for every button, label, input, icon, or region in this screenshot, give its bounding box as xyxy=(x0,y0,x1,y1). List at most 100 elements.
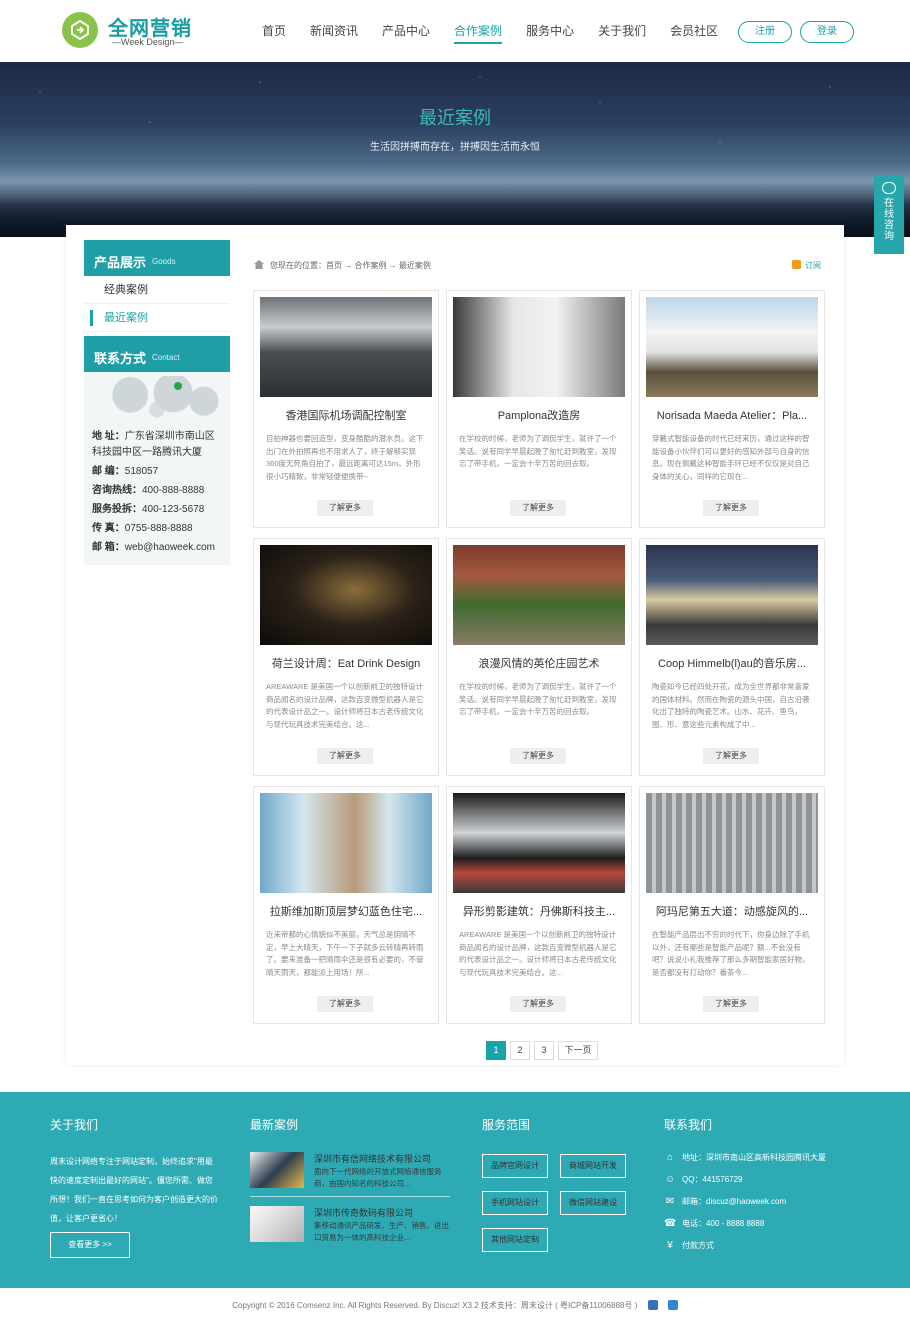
contact-address: 地 址：广东省深圳市南山区 xyxy=(92,427,215,442)
case-card[interactable]: Pamplona改造房 在学校的时候，老师为了调侃学生，就许了一个笑话。说有同学… xyxy=(446,290,632,528)
learn-more-button[interactable]: 了解更多 xyxy=(703,500,759,516)
learn-more-button[interactable]: 了解更多 xyxy=(510,500,566,516)
case-description: 近来帝都的心情貌似不美丽，天气总是阴晴不定，早上大晴天，下午一下子就多云转晴再转… xyxy=(266,930,424,977)
footer-qq-text: QQ：441576729 xyxy=(682,1175,743,1184)
case-card[interactable]: 浪漫风情的英伦庄园艺术 在学校的时候，老师为了调侃学生，就许了一个笑话。说有同学… xyxy=(446,538,632,776)
footer-case-item[interactable]: 深圳市有信网络技术有限公司 面向下一代网络的开放式网络通信服务商，由国内知名的科… xyxy=(250,1152,450,1196)
case-image[interactable] xyxy=(260,545,432,645)
case-description: 穿戴式智能设备的时代已经来历，通过这样的智能设备小伙伴们可以更好的感知外部与自身… xyxy=(652,434,810,481)
sidebar-contact-en: Contact xyxy=(152,353,180,362)
phone-icon: ☎ xyxy=(664,1218,677,1229)
rss-subscribe-link[interactable]: 订阅 xyxy=(792,260,821,271)
case-title[interactable]: Coop Himmelb(l)au的音乐房... xyxy=(646,655,818,671)
footer-payment-text: 付款方式 xyxy=(682,1241,714,1250)
service-wechat-site[interactable]: 微信网站建设 xyxy=(560,1191,626,1215)
case-image[interactable] xyxy=(646,297,818,397)
case-title[interactable]: 阿玛尼第五大道：动感旋风的... xyxy=(646,903,818,919)
logo-icon xyxy=(62,12,98,48)
sidebar-item-recent-cases[interactable]: 最近案例 xyxy=(84,304,230,332)
nav-item-products[interactable]: 产品中心 xyxy=(382,0,430,62)
login-button[interactable]: 登录 xyxy=(800,21,854,43)
page-button-2[interactable]: 2 xyxy=(510,1041,530,1060)
nav-item-home[interactable]: 首页 xyxy=(262,0,286,62)
sidebar-contact-header: 联系方式 Contact xyxy=(84,336,230,372)
service-custom-site[interactable]: 其他网站定制 xyxy=(482,1228,548,1252)
nav-item-about[interactable]: 关于我们 xyxy=(598,0,646,62)
sidebar-item-classic-cases[interactable]: 经典案例 xyxy=(84,276,230,304)
footer-case-thumb[interactable] xyxy=(250,1152,304,1188)
service-mobile-site[interactable]: 手机网站设计 xyxy=(482,1191,548,1215)
copyright-text: Copyright © 2016 Comsenz Inc. All Rights… xyxy=(232,1301,638,1310)
register-button[interactable]: 注册 xyxy=(738,21,792,43)
case-image[interactable] xyxy=(453,545,625,645)
site-logo[interactable]: 全网营销 —Week Design— xyxy=(62,10,202,52)
case-description: 在学校的时候，老师为了调侃学生，就许了一个笑话。说有同学早晨起晚了匆忙赶到教室，… xyxy=(459,434,617,468)
security-badge-icon[interactable] xyxy=(647,1300,658,1310)
case-card[interactable]: 香港国际机场调配控制室 目拍神器也要回造型，变身酷酷的潜水员。这下出门在外拍照再… xyxy=(253,290,439,528)
footer-case-title[interactable]: 深圳市传奇数码有限公司 xyxy=(314,1206,413,1219)
learn-more-button[interactable]: 了解更多 xyxy=(510,748,566,764)
footer-case-thumb[interactable] xyxy=(250,1206,304,1242)
chat-icon xyxy=(882,182,896,194)
footer-contact-qq: ☺ QQ：441576729 xyxy=(664,1174,743,1185)
yen-icon: ¥ xyxy=(667,1240,673,1251)
learn-more-button[interactable]: 了解更多 xyxy=(317,996,373,1012)
learn-more-button[interactable]: 了解更多 xyxy=(703,996,759,1012)
case-title[interactable]: Pamplona改造房 xyxy=(453,407,625,423)
footer-about-text: 周末设计网络专注于网站定制，始终追求"用最快的速度定制出最好的网站"。僵您所需、… xyxy=(50,1157,218,1223)
service-mall-dev[interactable]: 商城网站开发 xyxy=(560,1154,626,1178)
learn-more-button[interactable]: 了解更多 xyxy=(317,748,373,764)
case-image[interactable] xyxy=(260,297,432,397)
footer-case-item[interactable]: 深圳市传奇数码有限公司 集移动通讯产品研发、生产、销售、进出口贸易为一体的高科技… xyxy=(250,1206,450,1250)
case-title[interactable]: 异形剪影建筑：丹佛斯科技主... xyxy=(453,903,625,919)
sidebar-contact-title: 联系方式 xyxy=(94,351,147,366)
footer-service-title: 服务范围 xyxy=(482,1118,531,1132)
contact-address-2: 科技园中区一路腾讯大厦 xyxy=(92,447,202,458)
case-title[interactable]: 浪漫风情的英伦庄园艺术 xyxy=(453,655,625,671)
breadcrumb-text[interactable]: 您现在的位置：首页 → 合作案例 → 最近案例 xyxy=(270,261,431,270)
case-title[interactable]: 香港国际机场调配控制室 xyxy=(260,407,432,423)
page-button-1[interactable]: 1 xyxy=(486,1041,506,1060)
service-brand-site[interactable]: 品牌官网设计 xyxy=(482,1154,548,1178)
next-page-button[interactable]: 下一页 xyxy=(558,1041,598,1060)
email-value: web@haoweek.com xyxy=(124,542,215,553)
consult-label: 在线咨询 xyxy=(884,198,894,242)
complaint-label: 服务投拆： xyxy=(92,504,142,515)
sidebar-contact-box: 地 址：广东省深圳市南山区 科技园中区一路腾讯大厦 邮 编：518057 咨询热… xyxy=(84,372,230,565)
nav-item-cases[interactable]: 合作案例 xyxy=(454,0,503,62)
footer-case-title[interactable]: 深圳市有信网络技术有限公司 xyxy=(314,1152,431,1165)
rss-icon xyxy=(792,260,801,269)
case-title[interactable]: 荷兰设计周：Eat Drink Design xyxy=(260,655,432,671)
sidebar-category-list: 经典案例 最近案例 xyxy=(84,276,230,332)
case-title[interactable]: 拉斯维加斯顶层梦幻蓝色住宅... xyxy=(260,903,432,919)
case-title[interactable]: Norisada Maeda Atelier：Pla... xyxy=(646,407,818,423)
zip-value: 518057 xyxy=(124,466,159,477)
case-image[interactable] xyxy=(260,793,432,893)
case-card[interactable]: 拉斯维加斯顶层梦幻蓝色住宅... 近来帝都的心情貌似不美丽，天气总是阴晴不定，早… xyxy=(253,786,439,1024)
case-description: 目拍神器也要回造型，变身酷酷的潜水员。这下出门在外拍照再也不用求人了，终于解够实… xyxy=(266,434,424,481)
case-image[interactable] xyxy=(646,793,818,893)
certification-badge-icon[interactable] xyxy=(667,1300,678,1310)
case-image[interactable] xyxy=(453,793,625,893)
footer-view-more-button[interactable]: 查看更多 >> xyxy=(50,1232,130,1258)
case-card[interactable]: Norisada Maeda Atelier：Pla... 穿戴式智能设备的时代… xyxy=(639,290,825,528)
home-icon xyxy=(254,260,264,269)
footer-contact-payment[interactable]: ¥ 付款方式 xyxy=(664,1240,714,1251)
page-button-3[interactable]: 3 xyxy=(534,1041,554,1060)
case-card[interactable]: 异形剪影建筑：丹佛斯科技主... AREAWARE 是美国一个以创新前卫的独特设… xyxy=(446,786,632,1024)
case-card[interactable]: 阿玛尼第五大道：动感旋风的... 在智能产品层出不穷的时代下，你身边除了手机以外… xyxy=(639,786,825,1024)
nav-item-service[interactable]: 服务中心 xyxy=(526,0,574,62)
case-card[interactable]: Coop Himmelb(l)au的音乐房... 陶瓷如今已经四处开花，成为全世… xyxy=(639,538,825,776)
learn-more-button[interactable]: 了解更多 xyxy=(317,500,373,516)
email-label: 邮 箱： xyxy=(92,542,125,553)
sidebar-products-header: 产品展示 Goods xyxy=(84,240,230,276)
learn-more-button[interactable]: 了解更多 xyxy=(510,996,566,1012)
learn-more-button[interactable]: 了解更多 xyxy=(703,748,759,764)
mail-icon: ✉ xyxy=(665,1196,675,1207)
case-image[interactable] xyxy=(646,545,818,645)
nav-item-community[interactable]: 会员社区 xyxy=(670,0,718,62)
case-image[interactable] xyxy=(453,297,625,397)
case-card[interactable]: 荷兰设计周：Eat Drink Design AREAWARE 是美国一个以创新… xyxy=(253,538,439,776)
online-consult-tab[interactable]: 在线咨询 xyxy=(874,176,904,254)
nav-item-news[interactable]: 新闻资讯 xyxy=(310,0,358,62)
